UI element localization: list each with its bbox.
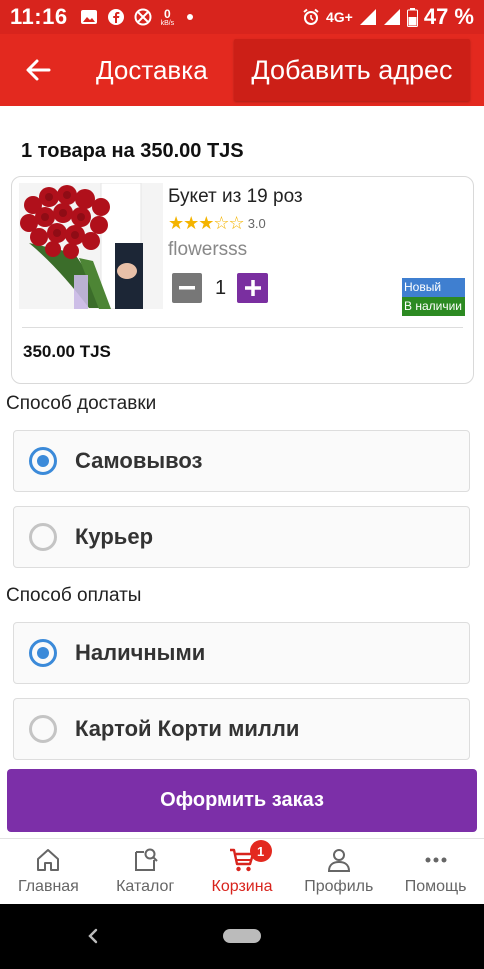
nav-label: Профиль [304, 878, 374, 895]
badge-in-stock: В наличии [402, 297, 465, 316]
status-time: 11:16 [10, 4, 68, 29]
speed-value: 0 [164, 6, 171, 21]
delivery-method-label: Способ доставки [6, 393, 157, 414]
rating-stars: ★★★☆☆ [168, 213, 245, 233]
home-icon [34, 846, 62, 874]
profile-icon [325, 846, 353, 874]
nav-item-catalog[interactable]: Каталог [97, 839, 194, 904]
alarm-icon [303, 8, 319, 25]
system-home-pill[interactable] [223, 929, 261, 943]
nav-label: Корзина [211, 878, 273, 895]
product-rating: ★★★☆☆ 3.0 [168, 213, 266, 234]
notification-dot [187, 14, 194, 20]
nav-item-help[interactable]: Помощь [387, 839, 484, 904]
bottom-navigation: Главная Каталог 1 Корзина Профиль Помощь [0, 838, 484, 904]
battery-icon [406, 7, 418, 27]
payment-option-card[interactable]: Картой Корти милли [13, 698, 470, 760]
cart-item-card: Букет из 19 роз ★★★☆☆ 3.0 flowersss 1 Но… [11, 176, 474, 384]
system-icons: 4G+ 47 % [302, 4, 474, 30]
cart-count-badge: 1 [249, 840, 272, 862]
gallery-icon [80, 10, 97, 24]
network-speed: 0 kB/s [161, 8, 175, 27]
delivery-option-pickup[interactable]: Самовывоз [13, 430, 470, 492]
nav-item-home[interactable]: Главная [0, 839, 97, 904]
sync-off-icon [134, 8, 152, 26]
option-label: Наличными [75, 640, 206, 665]
seller-name[interactable]: flowersss [168, 239, 247, 261]
cart-summary: 1 товара на 350.00 TJS [21, 140, 244, 162]
radio-unchecked[interactable] [29, 523, 57, 551]
more-icon [422, 846, 450, 874]
arrow-left-icon [26, 59, 51, 81]
option-label: Картой Корти милли [75, 716, 300, 741]
status-bar: 11:16 0 kB/s 4G+ 47 % [0, 0, 484, 34]
speed-unit: kB/s [160, 19, 175, 27]
payment-method-label: Способ оплаты [6, 585, 142, 606]
radio-checked[interactable] [29, 639, 57, 667]
delivery-option-courier[interactable]: Курьер [13, 506, 470, 568]
quantity-increase-button[interactable] [237, 273, 268, 303]
app-bar: Доставка Добавить адрес [0, 34, 484, 106]
plus-icon [244, 280, 261, 296]
nav-label: Каталог [116, 878, 175, 895]
nav-label: Помощь [404, 878, 467, 895]
payment-option-cash[interactable]: Наличными [13, 622, 470, 684]
nav-item-profile[interactable]: Профиль [290, 839, 387, 904]
badge-new: Новый [402, 278, 465, 297]
add-address-button[interactable]: Добавить адрес [234, 39, 470, 101]
catalog-icon [131, 846, 159, 874]
nav-label: Главная [17, 878, 79, 895]
rating-value: 3.0 [247, 216, 266, 231]
radio-unchecked[interactable] [29, 715, 57, 743]
signal-icon [359, 9, 376, 25]
back-button[interactable] [0, 34, 76, 106]
facebook-icon [107, 9, 124, 25]
product-badges: Новый В наличии [402, 278, 465, 316]
option-label: Курьер [75, 524, 154, 549]
place-order-button[interactable]: Оформить заказ [7, 769, 477, 832]
system-navigation-bar [0, 904, 484, 969]
notification-icons: 0 kB/s [80, 8, 194, 27]
product-name[interactable]: Букет из 19 роз [168, 186, 303, 208]
option-label: Самовывоз [75, 448, 203, 473]
item-price: 350.00 TJS [23, 342, 111, 361]
quantity-value: 1 [215, 277, 227, 299]
radio-checked[interactable] [29, 447, 57, 475]
quantity-decrease-button[interactable] [172, 273, 202, 303]
nav-item-cart[interactable]: 1 Корзина [194, 839, 291, 904]
product-image[interactable] [19, 183, 163, 309]
minus-icon [179, 286, 195, 290]
card-divider [22, 327, 463, 328]
signal-icon-2 [383, 9, 400, 25]
system-back-icon[interactable] [86, 926, 100, 946]
network-type: 4G+ [325, 9, 353, 25]
page-title: Доставка [96, 54, 208, 85]
battery-percentage: 47 % [423, 4, 474, 29]
bouquet-picture [19, 183, 163, 309]
